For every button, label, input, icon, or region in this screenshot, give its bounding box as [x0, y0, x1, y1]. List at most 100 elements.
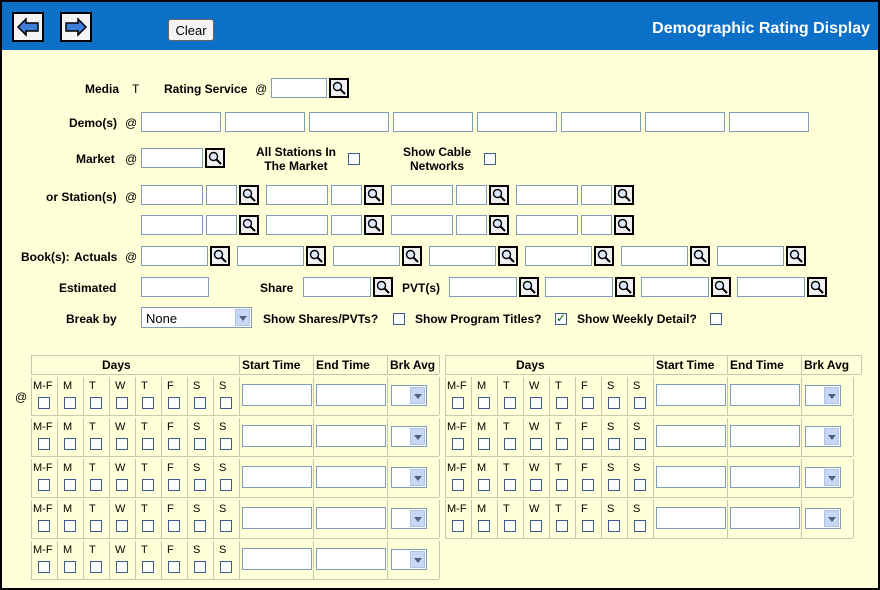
book-lookup-button[interactable]	[306, 246, 326, 266]
day-checkbox[interactable]	[608, 520, 620, 532]
station-lookup-button[interactable]	[364, 185, 384, 205]
day-checkbox[interactable]	[530, 397, 542, 409]
station-input[interactable]	[266, 185, 328, 205]
book-input[interactable]	[525, 246, 592, 266]
pvt-input[interactable]	[545, 277, 613, 297]
brk-avg-select[interactable]	[391, 508, 427, 529]
clear-button[interactable]: Clear	[168, 19, 214, 41]
station-input[interactable]	[516, 185, 578, 205]
book-input[interactable]	[141, 246, 208, 266]
end-time-input[interactable]	[316, 425, 386, 447]
station-input[interactable]	[391, 185, 453, 205]
forward-button[interactable]	[60, 12, 92, 42]
day-checkbox[interactable]	[90, 397, 102, 409]
share-input[interactable]	[303, 277, 371, 297]
day-checkbox[interactable]	[504, 438, 516, 450]
book-lookup-button[interactable]	[402, 246, 422, 266]
day-checkbox[interactable]	[38, 520, 50, 532]
day-checkbox[interactable]	[142, 561, 154, 573]
station-input[interactable]	[391, 215, 453, 235]
book-input[interactable]	[333, 246, 400, 266]
brk-avg-select[interactable]	[391, 385, 427, 406]
station-band-input[interactable]	[206, 185, 237, 205]
demo-input[interactable]	[645, 112, 725, 132]
day-checkbox[interactable]	[38, 397, 50, 409]
station-lookup-button[interactable]	[239, 215, 259, 235]
show-weekly-detail-checkbox[interactable]	[710, 313, 722, 325]
start-time-input[interactable]	[242, 466, 312, 488]
estimated-input[interactable]	[141, 277, 209, 297]
end-time-input[interactable]	[316, 507, 386, 529]
day-checkbox[interactable]	[556, 397, 568, 409]
day-checkbox[interactable]	[634, 520, 646, 532]
pvt-input[interactable]	[737, 277, 805, 297]
day-checkbox[interactable]	[452, 520, 464, 532]
day-checkbox[interactable]	[64, 479, 76, 491]
day-checkbox[interactable]	[168, 397, 180, 409]
day-checkbox[interactable]	[582, 438, 594, 450]
pvt-lookup-button[interactable]	[711, 277, 731, 297]
station-band-input[interactable]	[331, 215, 362, 235]
day-checkbox[interactable]	[608, 438, 620, 450]
day-checkbox[interactable]	[194, 561, 206, 573]
day-checkbox[interactable]	[504, 520, 516, 532]
show-program-titles-checkbox[interactable]	[555, 311, 567, 325]
day-checkbox[interactable]	[142, 438, 154, 450]
station-lookup-button[interactable]	[364, 215, 384, 235]
book-lookup-button[interactable]	[210, 246, 230, 266]
day-checkbox[interactable]	[116, 520, 128, 532]
day-checkbox[interactable]	[116, 397, 128, 409]
day-checkbox[interactable]	[452, 479, 464, 491]
all-stations-checkbox[interactable]	[348, 153, 360, 165]
demo-input[interactable]	[729, 112, 809, 132]
show-shares-checkbox[interactable]	[393, 313, 405, 325]
end-time-input[interactable]	[730, 384, 800, 406]
station-input[interactable]	[516, 215, 578, 235]
day-checkbox[interactable]	[64, 438, 76, 450]
book-lookup-button[interactable]	[690, 246, 710, 266]
day-checkbox[interactable]	[530, 520, 542, 532]
day-checkbox[interactable]	[504, 397, 516, 409]
day-checkbox[interactable]	[64, 561, 76, 573]
demo-input[interactable]	[225, 112, 305, 132]
pvt-lookup-button[interactable]	[615, 277, 635, 297]
demo-input[interactable]	[309, 112, 389, 132]
day-checkbox[interactable]	[90, 561, 102, 573]
end-time-input[interactable]	[316, 384, 386, 406]
brk-avg-select[interactable]	[805, 467, 841, 488]
day-checkbox[interactable]	[530, 438, 542, 450]
start-time-input[interactable]	[242, 548, 312, 570]
day-checkbox[interactable]	[556, 520, 568, 532]
day-checkbox[interactable]	[608, 479, 620, 491]
book-input[interactable]	[237, 246, 304, 266]
demo-input[interactable]	[393, 112, 473, 132]
station-lookup-button[interactable]	[614, 215, 634, 235]
end-time-input[interactable]	[730, 507, 800, 529]
end-time-input[interactable]	[730, 425, 800, 447]
station-band-input[interactable]	[331, 185, 362, 205]
station-band-input[interactable]	[456, 185, 487, 205]
brk-avg-select[interactable]	[805, 385, 841, 406]
rating-service-input[interactable]	[271, 78, 327, 98]
start-time-input[interactable]	[242, 384, 312, 406]
day-checkbox[interactable]	[194, 520, 206, 532]
day-checkbox[interactable]	[608, 397, 620, 409]
demo-input[interactable]	[141, 112, 221, 132]
day-checkbox[interactable]	[194, 479, 206, 491]
day-checkbox[interactable]	[142, 397, 154, 409]
day-checkbox[interactable]	[116, 479, 128, 491]
start-time-input[interactable]	[656, 507, 726, 529]
pvt-lookup-button[interactable]	[807, 277, 827, 297]
day-checkbox[interactable]	[556, 479, 568, 491]
book-input[interactable]	[621, 246, 688, 266]
start-time-input[interactable]	[656, 384, 726, 406]
book-input[interactable]	[717, 246, 784, 266]
day-checkbox[interactable]	[64, 397, 76, 409]
day-checkbox[interactable]	[90, 479, 102, 491]
day-checkbox[interactable]	[478, 479, 490, 491]
day-checkbox[interactable]	[116, 438, 128, 450]
day-checkbox[interactable]	[582, 397, 594, 409]
day-checkbox[interactable]	[452, 397, 464, 409]
station-input[interactable]	[266, 215, 328, 235]
day-checkbox[interactable]	[220, 479, 232, 491]
